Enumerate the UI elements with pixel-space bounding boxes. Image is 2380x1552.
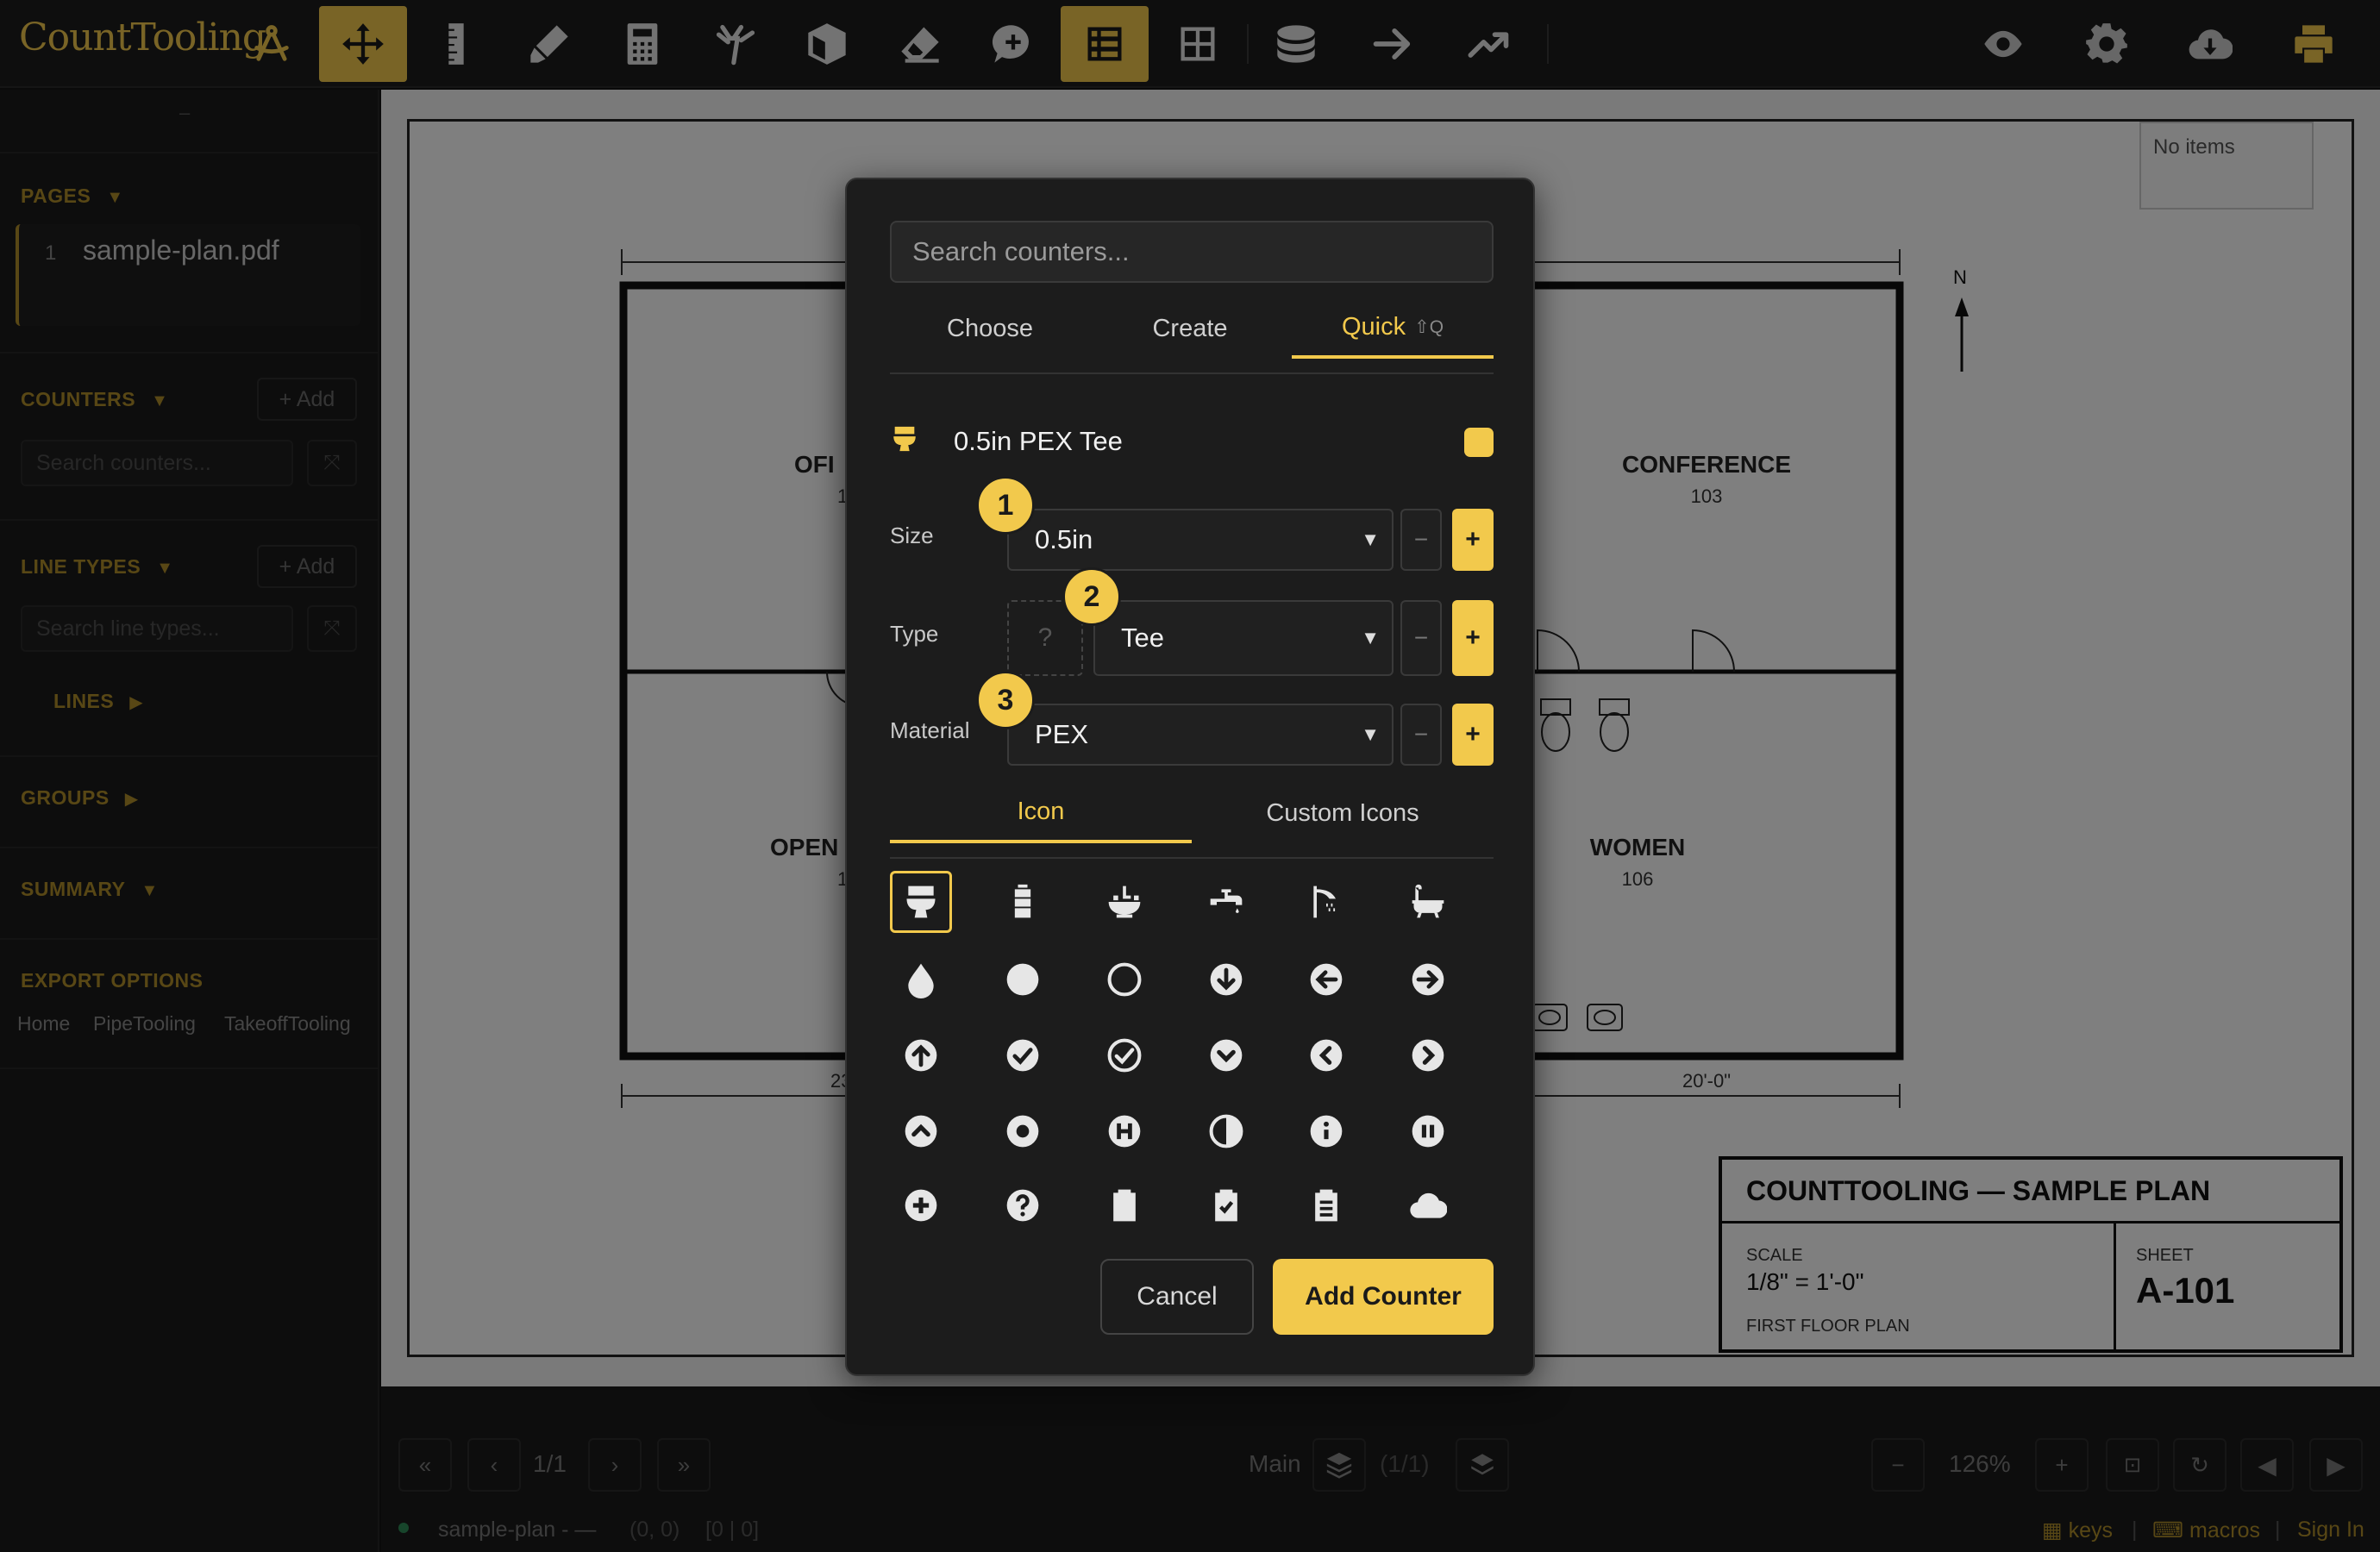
icon-option-cloud[interactable] [1397,1171,1459,1224]
info-circle-icon [1310,1115,1343,1148]
icon-option-arrow-down[interactable] [1195,948,1257,1011]
icon-option-sink[interactable] [1093,871,1156,933]
icon-option-check-filled[interactable] [992,1024,1054,1086]
toilet-icon [906,886,936,918]
icon-option-circle-filled[interactable] [992,948,1054,1011]
circle-filled-icon [1006,963,1039,996]
water-heater-icon [1014,884,1031,918]
icon-option-chevron-up[interactable] [890,1100,952,1162]
toilet-icon [893,426,916,452]
tab-quick[interactable]: Quick ⇧Q [1292,298,1494,359]
type-minus-button[interactable]: − [1400,600,1442,676]
type-select[interactable]: Tee ▼ [1093,600,1394,676]
icon-option-shower[interactable] [1295,871,1357,933]
chevron-down-icon: ▼ [1361,723,1380,745]
icon-option-chevron-left[interactable] [1295,1024,1357,1086]
arrow-down-circle-icon [1210,963,1243,996]
step-badge-2: 2 [1062,567,1121,626]
icon-option-h-circle[interactable] [1093,1100,1156,1162]
arrow-left-circle-icon [1310,963,1343,996]
cancel-button[interactable]: Cancel [1100,1259,1254,1335]
step-badge-1: 1 [976,476,1035,535]
icon-tab-divider [890,857,1494,859]
icon-option-half-circle[interactable] [1195,1100,1257,1162]
material-select[interactable]: PEX ▼ [1007,704,1394,766]
arrow-up-circle-icon [905,1039,937,1072]
half-circle-icon [1209,1114,1243,1148]
counter-search-input[interactable]: Search counters... [890,221,1494,283]
question-circle-icon [1006,1189,1039,1222]
bathtub-icon [1412,884,1444,918]
check-circle-outline-icon [1107,1038,1142,1073]
icon-option-clipboard-list[interactable] [1295,1171,1357,1224]
icon-option-info[interactable] [1295,1100,1357,1162]
clipboard-icon [1113,1189,1136,1222]
cloud-icon [1410,1192,1447,1218]
plus-circle-icon [905,1189,937,1222]
counter-preview-name: 0.5in PEX Tee [954,426,1123,456]
clipboard-check-icon [1215,1189,1237,1222]
icon-option-water-heater[interactable] [992,871,1054,933]
size-minus-button[interactable]: − [1400,509,1442,571]
icon-option-faucet[interactable] [1195,871,1257,933]
chevron-down-icon: ▼ [1361,627,1380,648]
clipboard-list-icon [1315,1189,1337,1222]
material-label: Material [890,717,970,743]
arrow-right-circle-icon [1412,963,1444,996]
icon-option-arrow-left[interactable] [1295,948,1357,1011]
icon-option-circle-outline[interactable] [1093,948,1156,1011]
icon-option-arrow-up[interactable] [890,1024,952,1086]
material-minus-button[interactable]: − [1400,704,1442,766]
icon-option-chevron-down[interactable] [1195,1024,1257,1086]
type-plus-button[interactable]: + [1452,600,1494,676]
faucet-icon [1210,889,1243,913]
step-badge-3: 3 [976,671,1035,729]
h-circle-icon [1108,1115,1141,1148]
check-circle-filled-icon [1006,1039,1039,1072]
icon-option-check-outline[interactable] [1093,1024,1156,1086]
tab-choose[interactable]: Choose [890,298,1090,359]
shower-icon [1313,886,1336,918]
size-plus-button[interactable]: + [1452,509,1494,571]
shortcut-hint: ⇧Q [1414,316,1444,337]
dot-circle-icon [1006,1115,1039,1148]
icon-option-dot-circle[interactable] [992,1100,1054,1162]
chevron-up-circle-icon [905,1115,937,1148]
chevron-down-circle-icon [1210,1039,1243,1072]
add-counter-dialog: Search counters... Choose Create Quick ⇧Q… [845,178,1535,1376]
icon-option-plus[interactable] [890,1171,952,1224]
icon-option-pause[interactable] [1397,1100,1459,1162]
icon-option-bathtub[interactable] [1397,871,1459,933]
icon-option-question[interactable] [992,1171,1054,1224]
icon-option-clipboard[interactable] [1093,1171,1156,1224]
pause-circle-icon [1412,1115,1444,1148]
size-select[interactable]: 0.5in ▼ [1007,509,1394,571]
tab-custom-icons[interactable]: Custom Icons [1192,783,1494,843]
icon-option-toilet[interactable] [890,871,952,933]
icon-option-arrow-right[interactable] [1397,948,1459,1011]
circle-outline-icon [1107,962,1142,997]
tab-icon[interactable]: Icon [890,783,1192,843]
material-plus-button[interactable]: + [1452,704,1494,766]
type-label: Type [890,621,939,647]
icon-option-chevron-right[interactable] [1397,1024,1459,1086]
icon-option-clipboard-check[interactable] [1195,1171,1257,1224]
chevron-left-circle-icon [1310,1039,1343,1072]
tab-create[interactable]: Create [1090,298,1290,359]
sink-icon [1108,886,1141,918]
add-counter-button[interactable]: Add Counter [1273,1259,1494,1335]
chevron-down-icon: ▼ [1361,529,1380,550]
chevron-right-circle-icon [1412,1039,1444,1072]
size-label: Size [890,523,934,548]
counter-color-swatch[interactable] [1464,428,1494,457]
drop-icon [908,963,934,998]
tab-divider [890,372,1494,374]
icon-option-drop[interactable] [890,948,952,1011]
